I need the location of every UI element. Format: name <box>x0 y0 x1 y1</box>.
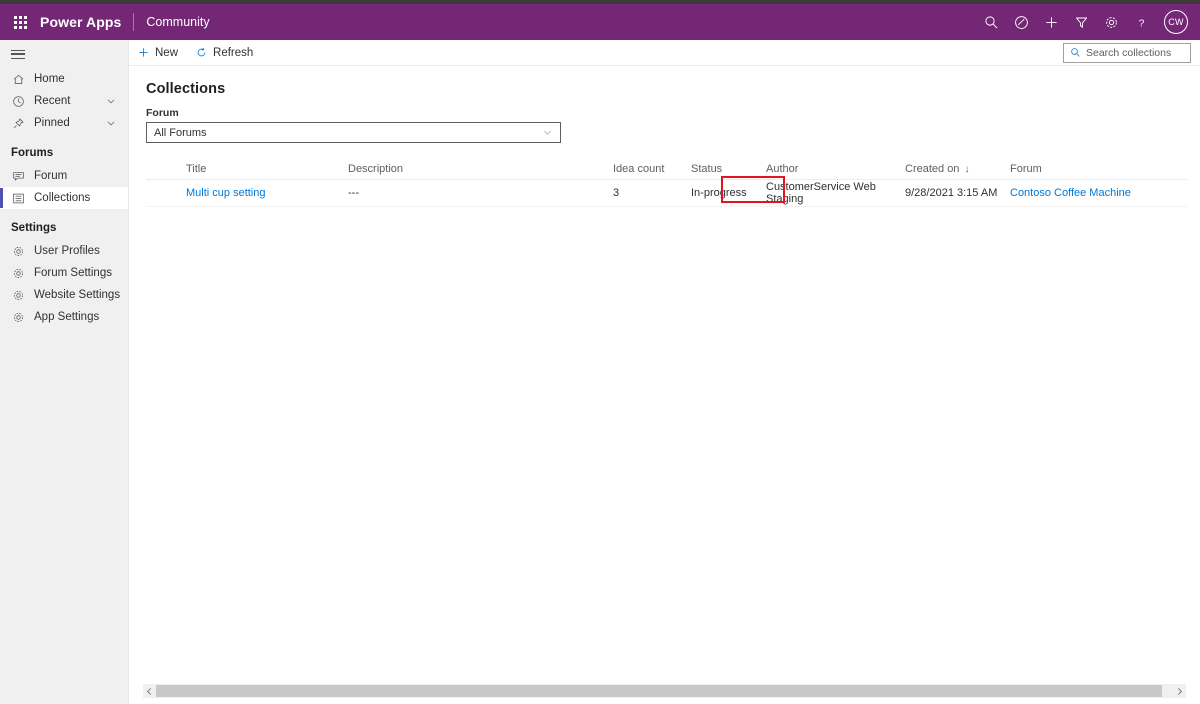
waffle-grid <box>13 15 27 29</box>
scrollbar-thumb[interactable] <box>156 685 1162 697</box>
refresh-button[interactable]: Refresh <box>187 40 262 66</box>
plus-icon <box>138 47 149 58</box>
refresh-icon <box>196 47 207 58</box>
filter-icon[interactable] <box>1066 4 1096 40</box>
header-actions: ? CW <box>976 4 1200 40</box>
gear-icon[interactable] <box>1096 4 1126 40</box>
column-header-created-on[interactable]: Created on ↓ <box>905 163 1010 175</box>
sidebar: Home Recent Pinned Forums Forum Collecti… <box>0 40 129 704</box>
sidebar-item-label: User Profiles <box>34 245 100 257</box>
cell-title: Multi cup setting <box>146 187 348 199</box>
sort-descending-icon: ↓ <box>964 163 970 175</box>
sidebar-item-pinned[interactable]: Pinned <box>0 112 128 134</box>
avatar[interactable]: CW <box>1164 10 1188 34</box>
forum-filter-label: Forum <box>146 107 179 119</box>
forum-filter-dropdown[interactable]: All Forums <box>146 122 561 143</box>
sidebar-group-forums: Forums <box>11 147 54 159</box>
pin-icon <box>11 116 26 131</box>
refresh-button-label: Refresh <box>213 46 254 59</box>
scroll-right-arrow-icon[interactable] <box>1173 684 1186 698</box>
gear-icon <box>11 244 26 259</box>
command-bar: New Refresh <box>129 40 1200 66</box>
gear-icon <box>11 310 26 325</box>
sidebar-item-label: Collections <box>34 192 91 204</box>
cell-created-on: 9/28/2021 3:15 AM <box>905 187 998 199</box>
sidebar-item-website-settings[interactable]: Website Settings <box>0 284 128 306</box>
diagnostics-icon[interactable] <box>1006 4 1036 40</box>
cell-author: CustomerService Web Staging <box>766 181 876 205</box>
grid-header-row: Title Description Idea count Status Auth… <box>146 159 1187 180</box>
search-icon[interactable] <box>976 4 1006 40</box>
clock-icon <box>11 94 26 109</box>
sidebar-item-label: Forum Settings <box>34 267 112 279</box>
search-icon <box>1070 47 1081 58</box>
sidebar-item-home[interactable]: Home <box>0 68 128 90</box>
forum-link[interactable]: Contoso Coffee Machine <box>1010 187 1131 199</box>
cell-description: --- <box>348 187 359 199</box>
sidebar-item-label: Forum <box>34 170 68 182</box>
chevron-down-icon[interactable] <box>106 118 116 128</box>
sidebar-item-forum-settings[interactable]: Forum Settings <box>0 262 128 284</box>
forum-icon <box>11 169 26 184</box>
cell-forum: Contoso Coffee Machine <box>1010 187 1170 199</box>
help-icon[interactable]: ? <box>1126 4 1156 40</box>
column-header-author[interactable]: Author <box>766 163 905 175</box>
sidebar-item-label: Recent <box>34 95 71 107</box>
column-header-created-on-label: Created on <box>905 163 960 175</box>
home-icon <box>11 72 26 87</box>
chevron-down-icon[interactable] <box>542 127 553 138</box>
sidebar-group-settings: Settings <box>11 222 57 234</box>
table-row[interactable]: Multi cup setting --- 3 In-progress Cust… <box>146 180 1187 207</box>
gear-icon <box>11 288 26 303</box>
scroll-left-arrow-icon[interactable] <box>143 684 156 698</box>
sidebar-item-label: Home <box>34 73 65 85</box>
sidebar-item-collections[interactable]: Collections <box>0 187 128 209</box>
column-header-idea-count[interactable]: Idea count <box>613 163 691 175</box>
app-header: Power Apps Community ? CW <box>0 4 1200 40</box>
main-content: Collections Forum All Forums Title Descr… <box>129 66 1200 681</box>
app-name[interactable]: Community <box>134 15 209 29</box>
gear-icon <box>11 266 26 281</box>
app-launcher-icon[interactable] <box>0 4 40 40</box>
collections-icon <box>11 191 26 206</box>
cell-status: In-progress <box>691 187 747 199</box>
sidebar-item-user-profiles[interactable]: User Profiles <box>0 240 128 262</box>
chevron-down-icon[interactable] <box>106 96 116 106</box>
collection-title-link[interactable]: Multi cup setting <box>186 187 265 199</box>
search-collections-box[interactable] <box>1063 42 1191 63</box>
svg-text:?: ? <box>1138 18 1144 29</box>
sidebar-item-recent[interactable]: Recent <box>0 90 128 112</box>
brand-title[interactable]: Power Apps <box>40 14 133 30</box>
forum-filter-value: All Forums <box>154 126 207 139</box>
scrollbar-track[interactable] <box>156 684 1173 698</box>
page-title: Collections <box>146 81 226 97</box>
plus-icon[interactable] <box>1036 4 1066 40</box>
column-header-description[interactable]: Description <box>348 163 613 175</box>
collections-grid: Title Description Idea count Status Auth… <box>146 159 1187 207</box>
sidebar-item-label: Website Settings <box>34 289 121 301</box>
sidebar-item-app-settings[interactable]: App Settings <box>0 306 128 328</box>
sidebar-item-forum[interactable]: Forum <box>0 165 128 187</box>
sidebar-item-label: App Settings <box>34 311 100 323</box>
cell-idea-count: 3 <box>613 187 620 199</box>
new-button[interactable]: New <box>129 40 187 66</box>
horizontal-scrollbar[interactable] <box>143 684 1186 698</box>
column-header-forum[interactable]: Forum <box>1010 163 1170 175</box>
search-input[interactable] <box>1086 46 1184 59</box>
new-button-label: New <box>155 46 179 59</box>
column-header-status[interactable]: Status <box>691 163 766 175</box>
hamburger-icon[interactable] <box>0 40 128 68</box>
column-header-title[interactable]: Title <box>146 163 348 175</box>
sidebar-item-label: Pinned <box>34 117 70 129</box>
